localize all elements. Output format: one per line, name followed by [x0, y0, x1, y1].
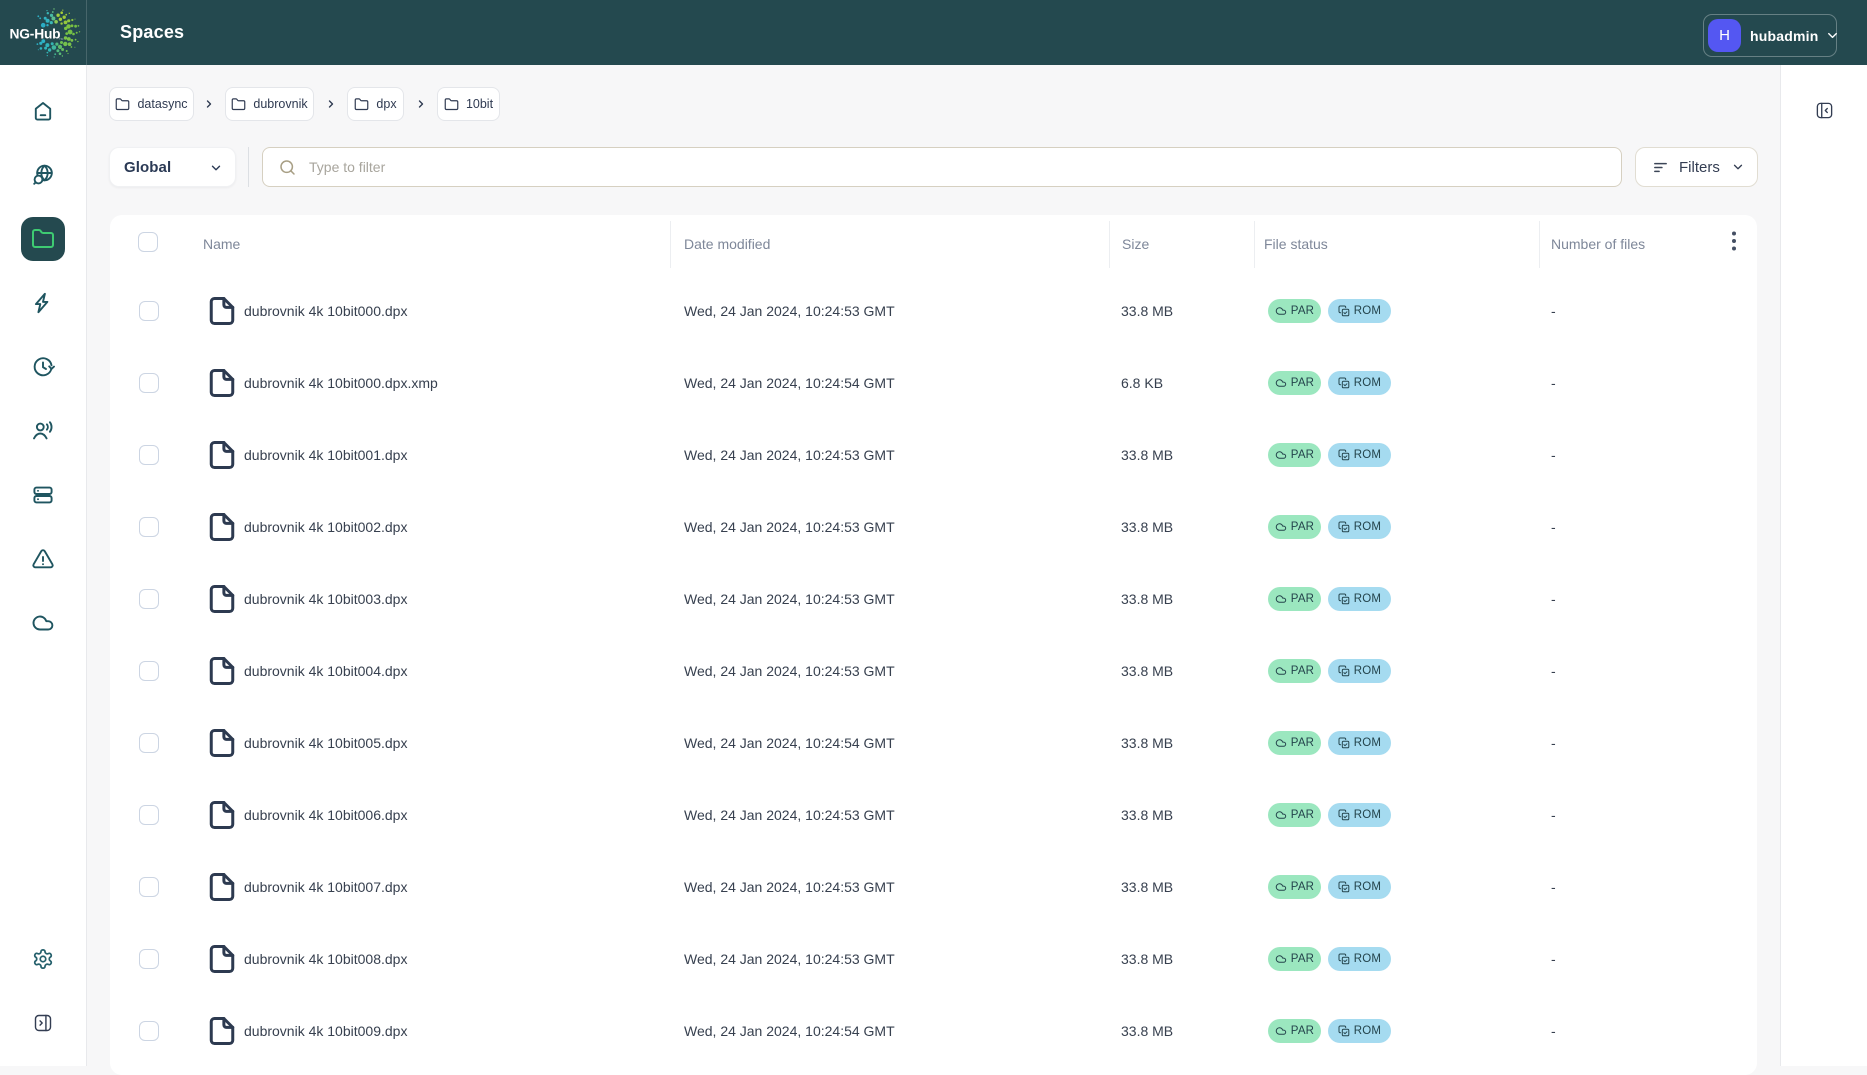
svg-text:NG-Hub: NG-Hub — [10, 27, 61, 42]
svg-text:TM: TM — [59, 37, 64, 41]
